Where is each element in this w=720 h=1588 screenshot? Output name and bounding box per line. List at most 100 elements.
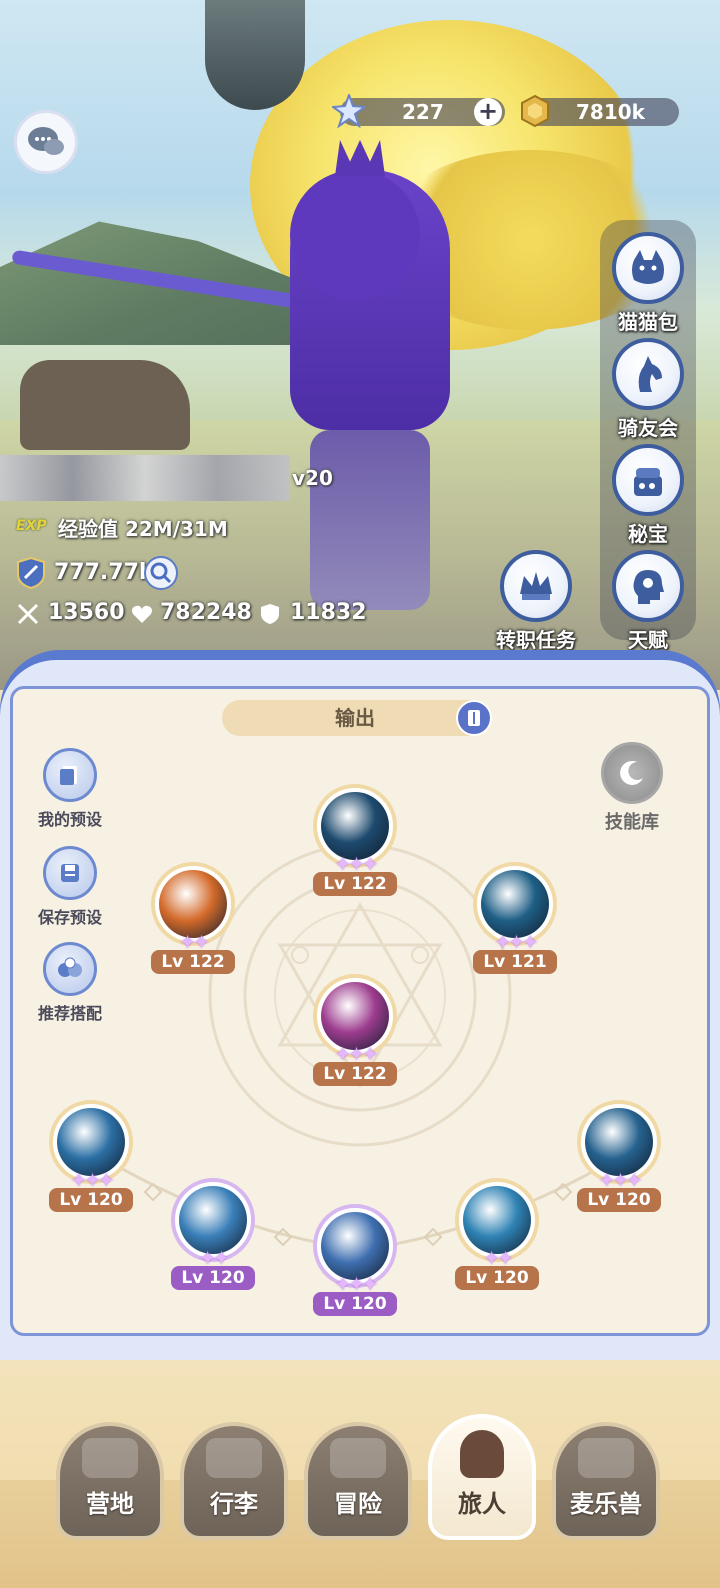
character-level: v20 (292, 466, 333, 490)
power-detail-button[interactable] (144, 556, 178, 590)
recommend-combo-button[interactable]: 推荐搭配 (22, 942, 118, 1024)
skill-stars: ✦✦ (483, 1246, 514, 1270)
skill-stars: ✦✦✦ (70, 1168, 114, 1192)
nav-tab-label: 旅人 (458, 1490, 506, 1518)
player-name-blurred (0, 455, 290, 501)
skill-slot[interactable]: ✦✦ Lv 120 (452, 1178, 542, 1290)
treasure-button[interactable]: 秘宝 (600, 444, 696, 547)
hp-value: 782248 (160, 600, 252, 625)
skill-level-badge: Lv 121 (473, 950, 557, 974)
skill-orb-icon (321, 1212, 389, 1280)
cat-bag-button[interactable]: 猫猫包 (600, 232, 696, 335)
skill-orb-icon (481, 870, 549, 938)
my-preset-label: 我的预设 (37, 810, 102, 829)
skill-stars: ✦✦✦ (334, 1042, 378, 1066)
rock (20, 360, 190, 450)
skill-slot[interactable]: ✦✦ Lv 120 (168, 1178, 258, 1290)
swords-icon (330, 1438, 386, 1478)
skill-stars: ✦✦✦ (598, 1168, 642, 1192)
character-legs (310, 430, 430, 610)
attack-value: 13560 (48, 600, 125, 625)
cat-bag-icon (612, 232, 684, 304)
skill-library-label: 技能库 (605, 812, 659, 833)
skill-slot[interactable]: ✦✦✦ Lv 120 (574, 1100, 664, 1212)
skill-stars: ✦✦✦ (334, 852, 378, 876)
search-icon (150, 562, 172, 584)
attack-swords-icon (17, 603, 39, 625)
gem-star-icon (332, 94, 366, 128)
skill-stars: ✦✦✦ (334, 1272, 378, 1296)
skill-orb-icon (321, 792, 389, 860)
skill-slot[interactable]: ✦✦✦ Lv 120 (310, 1204, 400, 1316)
horse-icon (612, 338, 684, 410)
save-preset-label: 保存预设 (37, 908, 102, 927)
skill-guide-button[interactable] (456, 700, 492, 736)
nav-tab-pet[interactable]: 麦乐兽 (552, 1422, 660, 1540)
skill-stars: ✦✦ (199, 1246, 230, 1270)
skill-orb-icon (585, 1108, 653, 1176)
talent-label: 天赋 (628, 628, 668, 652)
skill-level-badge: Lv 120 (313, 1292, 397, 1316)
recommend-icon (43, 942, 97, 996)
character-head (290, 170, 420, 300)
heart-icon (132, 605, 152, 623)
job-quest-button[interactable]: 转职任务 (488, 550, 584, 653)
skill-slot[interactable]: ✦✦✦ Lv 121 (470, 862, 560, 974)
skill-slot[interactable]: ✦✦ Lv 122 (148, 862, 238, 974)
skill-orb-icon (179, 1186, 247, 1254)
exp-tag: EXP (16, 518, 47, 534)
chat-button[interactable] (14, 110, 78, 174)
nav-tab-label: 行李 (210, 1490, 258, 1518)
combat-power-value: 777.77k (54, 560, 154, 585)
skill-stars: ✦✦✦ (494, 930, 538, 954)
nav-tab-adventure[interactable]: 冒险 (304, 1422, 412, 1540)
skill-orb-icon (57, 1108, 125, 1176)
talent-button[interactable]: 天赋 (600, 550, 696, 653)
skill-level-badge: Lv 120 (49, 1188, 133, 1212)
skill-level-badge: Lv 122 (313, 1062, 397, 1086)
nav-tab-luggage[interactable]: 行李 (180, 1422, 288, 1540)
gems-value: 227 (402, 100, 444, 124)
skill-level-badge: Lv 120 (171, 1266, 255, 1290)
gold-value: 7810k (576, 100, 645, 124)
nav-tab-label: 麦乐兽 (570, 1490, 642, 1518)
cat-bag-label: 猫猫包 (618, 310, 678, 334)
skill-orb-icon (321, 982, 389, 1050)
skill-library-icon (601, 742, 663, 804)
treasure-icon (612, 444, 684, 516)
skill-orb-icon (463, 1186, 531, 1254)
skill-level-badge: Lv 120 (455, 1266, 539, 1290)
nav-tab-camp[interactable]: 营地 (56, 1422, 164, 1540)
skill-slot[interactable]: ✦✦✦ Lv 120 (46, 1100, 136, 1212)
my-preset-button[interactable]: 我的预设 (22, 748, 118, 830)
combat-power-shield-icon (17, 556, 45, 590)
skill-stars: ✦✦ (179, 930, 210, 954)
defense-shield-icon (261, 604, 279, 624)
chest-icon (206, 1438, 262, 1478)
job-quest-label: 转职任务 (496, 628, 576, 652)
nav-tab-traveler[interactable]: 旅人 (428, 1414, 536, 1540)
rider-club-label: 骑友会 (618, 416, 678, 440)
book-icon (468, 710, 480, 726)
treasure-label: 秘宝 (628, 522, 668, 546)
skill-slot[interactable]: ✦✦✦ Lv 122 (310, 784, 400, 896)
pet-icon (578, 1438, 634, 1478)
gold-coin-icon (521, 94, 549, 128)
skill-orb-icon (159, 870, 227, 938)
nav-tab-label: 冒险 (334, 1490, 382, 1518)
rider-club-button[interactable]: 骑友会 (600, 338, 696, 441)
save-preset-button[interactable]: 保存预设 (22, 846, 118, 928)
exp-progress-text: 经验值 22M/31M (58, 517, 228, 541)
skill-level-badge: Lv 122 (151, 950, 235, 974)
skill-library-button[interactable]: 技能库 (584, 742, 680, 834)
castle-icon (82, 1438, 138, 1478)
chat-bubble-icon (28, 127, 64, 155)
skill-category-label: 输出 (335, 706, 375, 730)
skill-category-tab[interactable]: 输出 (222, 700, 488, 736)
floating-creature (205, 0, 305, 110)
skill-level-badge: Lv 122 (313, 872, 397, 896)
add-gems-button[interactable]: + (474, 98, 502, 126)
recommend-combo-label: 推荐搭配 (37, 1004, 102, 1023)
skill-slot[interactable]: ✦✦✦ Lv 122 (310, 974, 400, 1086)
crown-badge-icon (500, 550, 572, 622)
